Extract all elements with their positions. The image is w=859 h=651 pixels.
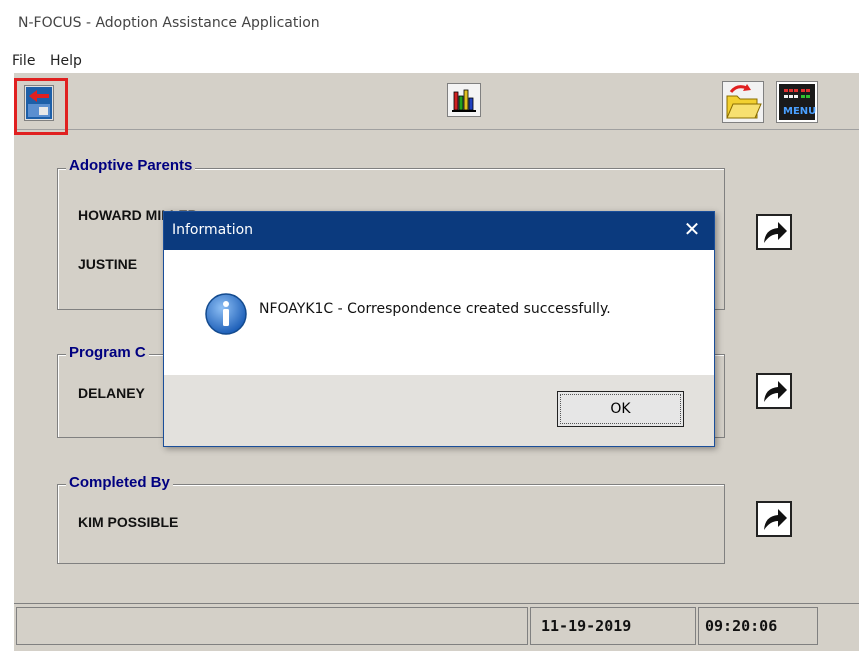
menu-help[interactable]: Help bbox=[50, 53, 82, 69]
open-folder-icon bbox=[726, 84, 762, 119]
adoptive-parents-label: Adoptive Parents bbox=[66, 157, 196, 174]
exit-icon bbox=[26, 87, 52, 119]
program-detail-button[interactable] bbox=[756, 373, 792, 409]
curved-arrow-icon bbox=[764, 509, 787, 530]
completed-by-label: Completed By bbox=[66, 474, 173, 491]
program-label: Program C bbox=[66, 344, 149, 361]
status-date: 11-19-2019 bbox=[530, 607, 696, 645]
ok-button[interactable]: OK bbox=[557, 391, 684, 427]
status-time: 09:20:06 bbox=[698, 607, 818, 645]
information-dialog: Information ✕ NFOAYK1C - Correspondence … bbox=[163, 211, 715, 447]
window-title: N-FOCUS - Adoption Assistance Applicatio… bbox=[18, 15, 320, 31]
background-window-edge bbox=[0, 73, 14, 650]
status-message-cell bbox=[16, 607, 528, 645]
open-button[interactable] bbox=[722, 81, 764, 123]
adoptive-parents-detail-button[interactable] bbox=[756, 214, 792, 250]
bar-chart-icon bbox=[452, 89, 476, 112]
curved-arrow-icon bbox=[764, 381, 787, 402]
curved-arrow-icon bbox=[764, 222, 787, 243]
menu-button-label: MENU bbox=[783, 106, 817, 117]
menu-button[interactable]: MENU bbox=[776, 81, 818, 123]
parent-name-2: JUSTINE bbox=[78, 256, 138, 272]
program-name: DELANEY bbox=[78, 385, 145, 401]
dialog-message: NFOAYK1C - Correspondence created succes… bbox=[259, 301, 611, 317]
chart-button[interactable] bbox=[447, 83, 481, 117]
menu-file[interactable]: File bbox=[12, 53, 35, 69]
completed-by-detail-button[interactable] bbox=[756, 501, 792, 537]
info-icon bbox=[205, 293, 247, 335]
dialog-close-icon[interactable]: ✕ bbox=[680, 218, 704, 242]
exit-button[interactable] bbox=[24, 85, 54, 121]
dialog-title: Information bbox=[172, 222, 254, 238]
completed-by-name: KIM POSSIBLE bbox=[78, 514, 179, 530]
menu-bar bbox=[0, 47, 859, 73]
toolbar-separator bbox=[14, 129, 859, 130]
